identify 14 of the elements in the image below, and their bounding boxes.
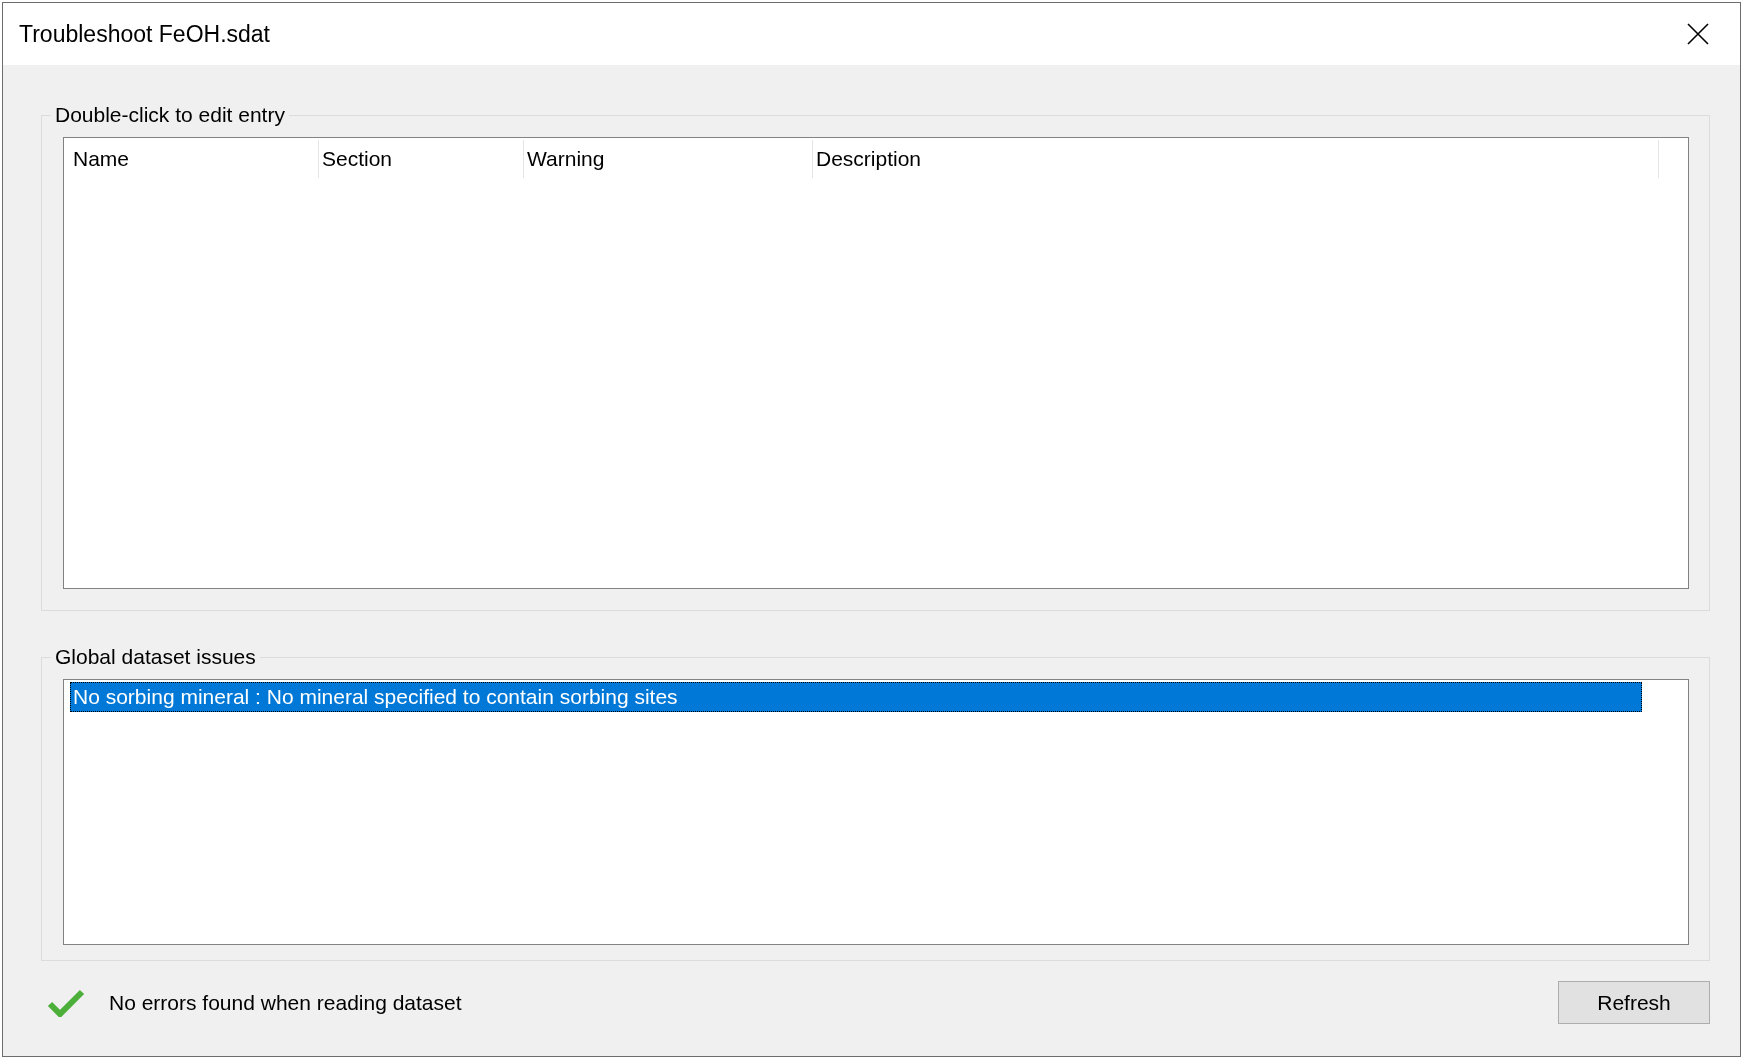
group-label: Double-click to edit entry [54, 103, 286, 127]
issue-item[interactable]: No sorbing mineral : No mineral specified to contain sorbing sites [70, 682, 1642, 712]
column-header[interactable]: Description [813, 140, 1659, 178]
group-label: Global dataset issues [54, 645, 257, 669]
window-title: Troubleshoot FeOH.sdat [19, 20, 270, 48]
column-header[interactable]: Warning [524, 140, 813, 178]
close-icon [1686, 22, 1710, 46]
entries-table[interactable]: Name Section Warning Description [63, 137, 1689, 589]
column-header[interactable]: Section [319, 140, 524, 178]
checkmark-icon [47, 988, 85, 1017]
refresh-button[interactable]: Refresh [1558, 981, 1710, 1024]
column-header[interactable]: Name [70, 140, 319, 178]
issues-list[interactable]: No sorbing mineral : No mineral specified to contain sorbing sites [63, 679, 1689, 945]
status-text: No errors found when reading dataset [109, 990, 462, 1015]
